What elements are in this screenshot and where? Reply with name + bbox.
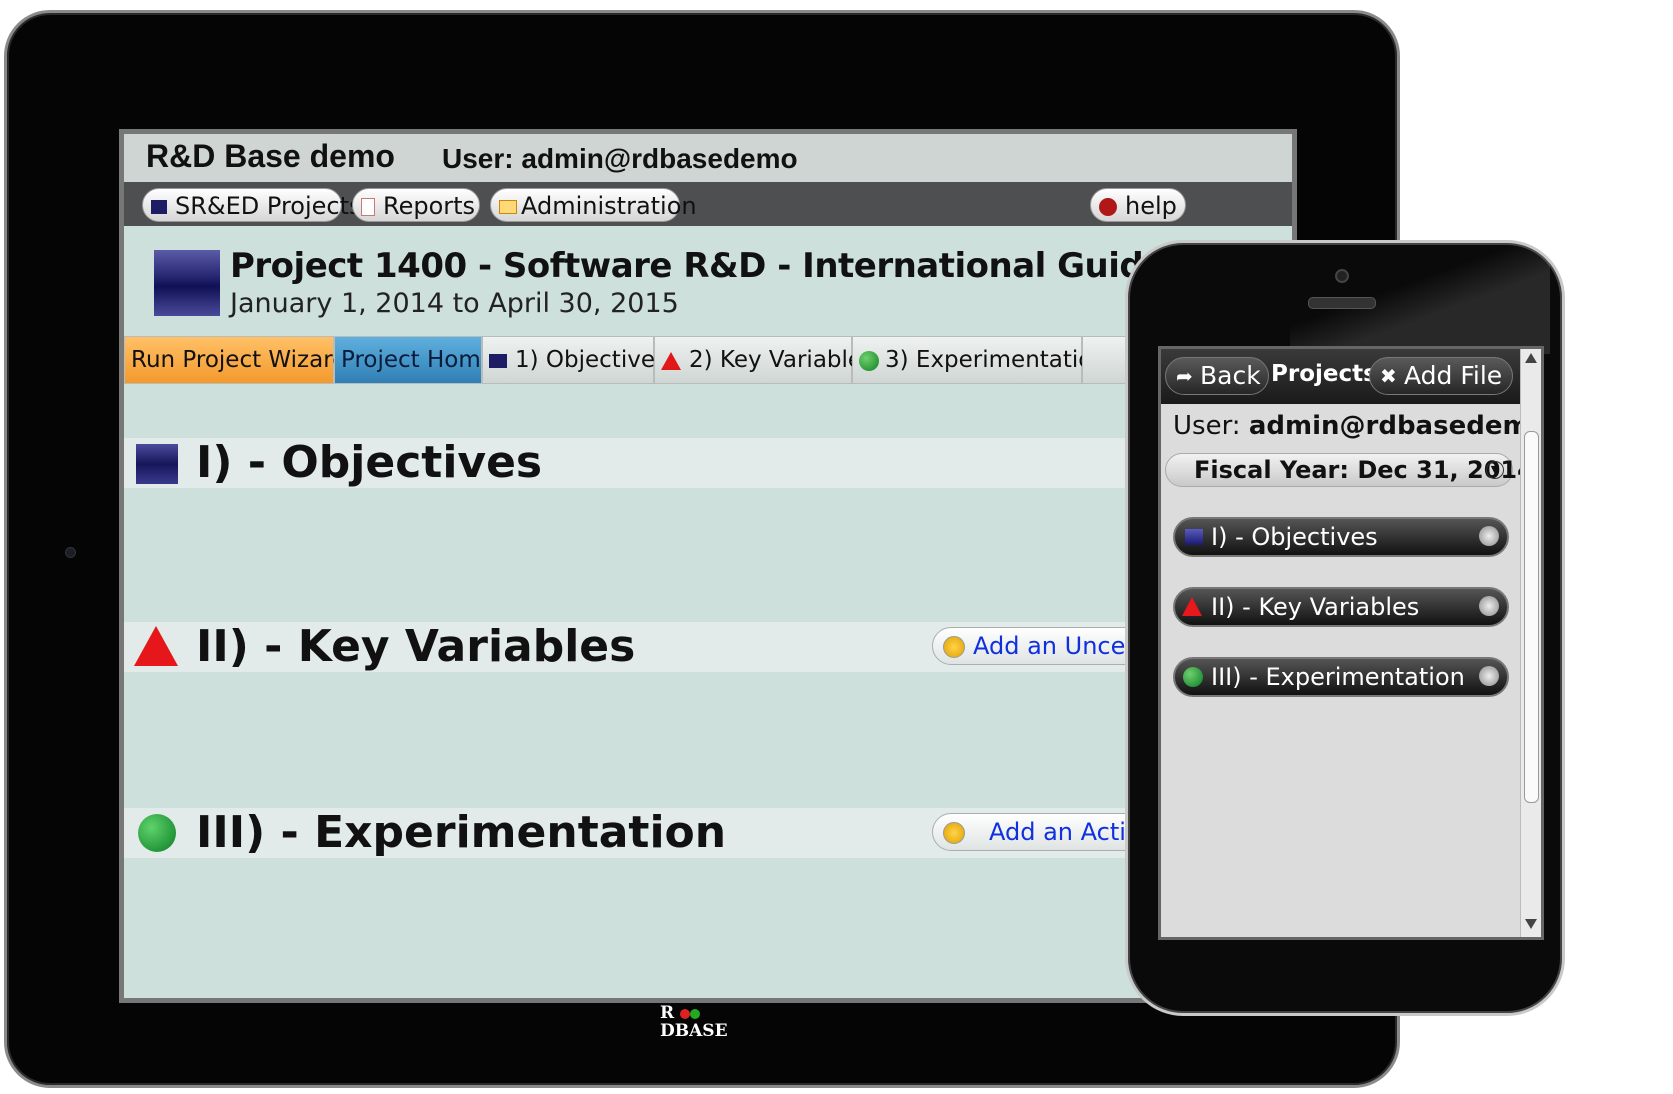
add-file-button[interactable]: ✖ Add File	[1369, 357, 1513, 395]
add-file-label: Add File	[1404, 361, 1503, 390]
section-objectives-title: I) - Objectives	[196, 437, 543, 488]
fiscal-year-select[interactable]: Fiscal Year: Dec 31, 2014 ▼	[1165, 453, 1534, 487]
phone-scrollbar[interactable]	[1520, 349, 1541, 937]
project-tabs: Run Project Wizard>> Project Home 1) Obj…	[124, 336, 1292, 386]
user-label: User: admin@rdbasedemo	[442, 143, 798, 174]
tab-project-home[interactable]: Project Home	[334, 336, 495, 384]
key-variables-triangle-icon	[134, 626, 178, 666]
chevron-down-icon: ▼	[1486, 461, 1504, 479]
help-label: help	[1125, 192, 1177, 220]
experimentation-circle-icon	[859, 350, 879, 371]
tab-objectives[interactable]: 1) Objectives	[482, 336, 667, 384]
phone-toolbar: ➦ Back Projects ✖ Add File	[1161, 349, 1521, 404]
objectives-square-icon	[489, 353, 507, 368]
logo-text-r: R	[660, 1003, 675, 1023]
nav-sred-projects-button[interactable]: SR&ED Projects	[142, 188, 362, 222]
tab-objectives-label: 1) Objectives	[515, 347, 667, 373]
project-header: Project 1400 - Software R&D - Internatio…	[124, 226, 1292, 336]
project-square-icon	[154, 250, 220, 316]
nav-reports-button[interactable]: Reports	[352, 188, 480, 222]
tab-key-variables-label: 2) Key Variables	[689, 347, 875, 373]
experimentation-circle-icon	[1183, 667, 1203, 687]
section-experimentation-title: III) - Experimentation	[196, 807, 727, 858]
back-label: Back	[1200, 361, 1261, 390]
phone-screen: ➦ Back Projects ✖ Add File User: admin@rdb…	[1158, 346, 1544, 940]
app-title: R&D Base demo	[146, 138, 395, 174]
tab-run-wizard[interactable]: Run Project Wizard>>	[124, 336, 385, 384]
fiscal-year-label: Fiscal Year: Dec 31, 2014	[1194, 456, 1534, 484]
tab-key-variables[interactable]: 2) Key Variables	[654, 336, 874, 384]
phone-user-prefix: User:	[1173, 411, 1249, 441]
key-variables-triangle-icon	[1182, 597, 1202, 616]
experimentation-circle-icon	[138, 814, 176, 852]
tab-experimentation[interactable]: 3) Experimentation	[852, 336, 1107, 384]
section-key-variables-title: II) - Key Variables	[196, 621, 636, 672]
phone-user: User: admin@rdbasedemo	[1173, 411, 1544, 441]
phone-camera	[1335, 269, 1349, 283]
logo-green-dot	[690, 1008, 701, 1019]
project-icon	[151, 200, 167, 214]
objectives-square-icon	[136, 444, 178, 484]
tablet-screen: R&D Base demo User: admin@rdbasedemo SR&…	[119, 129, 1297, 1003]
phone-item-objectives[interactable]: I) - Objectives	[1173, 517, 1509, 557]
folder-icon	[499, 200, 517, 214]
main-nav: SR&ED Projects Reports Administration he…	[124, 182, 1292, 226]
nav-sred-projects-label: SR&ED Projects	[175, 192, 362, 220]
add-uncertainty-button[interactable]: Add an Uncertai	[932, 627, 1152, 665]
add-icon	[943, 822, 965, 844]
add-icon	[943, 636, 965, 658]
add-activity-button[interactable]: Add an Activity	[932, 813, 1152, 851]
back-button[interactable]: ➦ Back	[1165, 357, 1269, 395]
phone-title: Projects	[1271, 361, 1377, 387]
tablet-camera	[65, 547, 76, 558]
project-dates: January 1, 2014 to April 30, 2015	[230, 288, 679, 319]
section-experimentation: III) - Experimentation Add an Activity	[124, 808, 1292, 858]
add-file-icon: ✖	[1380, 364, 1397, 388]
nav-administration-button[interactable]: Administration	[490, 188, 697, 222]
tab-experimentation-label: 3) Experimentation	[885, 347, 1107, 373]
nav-reports-label: Reports	[383, 192, 476, 220]
rdbase-logo: R DBASE	[660, 1004, 728, 1040]
back-arrow-icon: ➦	[1176, 364, 1193, 388]
nav-administration-label: Administration	[521, 192, 697, 220]
app-header: R&D Base demo User: admin@rdbasedemo	[124, 134, 1292, 182]
scroll-thumb[interactable]	[1524, 431, 1539, 803]
phone-item-label: I) - Objectives	[1211, 523, 1378, 551]
scroll-up-arrow[interactable]	[1525, 353, 1537, 363]
section-objectives: I) - Objectives	[124, 438, 1292, 488]
edit-icon[interactable]	[1479, 526, 1499, 546]
phone-item-key-variables[interactable]: II) - Key Variables	[1173, 587, 1509, 627]
help-button[interactable]: help	[1090, 188, 1186, 222]
phone-item-experimentation[interactable]: III) - Experimentation	[1173, 657, 1509, 697]
key-variables-triangle-icon	[661, 351, 681, 370]
phone-speaker	[1308, 297, 1376, 309]
section-key-variables: II) - Key Variables Add an Uncertai	[124, 622, 1292, 672]
objectives-square-icon	[1185, 529, 1203, 545]
edit-icon[interactable]	[1479, 666, 1499, 686]
help-play-icon	[1099, 198, 1117, 216]
logo-text-dbase: DBASE	[660, 1021, 728, 1041]
edit-icon[interactable]	[1479, 596, 1499, 616]
logo-red-dot	[680, 1008, 691, 1019]
phone-item-label: II) - Key Variables	[1211, 593, 1420, 621]
phone-user-name: admin@rdbasedemo	[1248, 411, 1544, 441]
report-icon	[361, 198, 375, 216]
scroll-down-arrow[interactable]	[1525, 919, 1537, 929]
phone-item-label: III) - Experimentation	[1211, 663, 1465, 691]
